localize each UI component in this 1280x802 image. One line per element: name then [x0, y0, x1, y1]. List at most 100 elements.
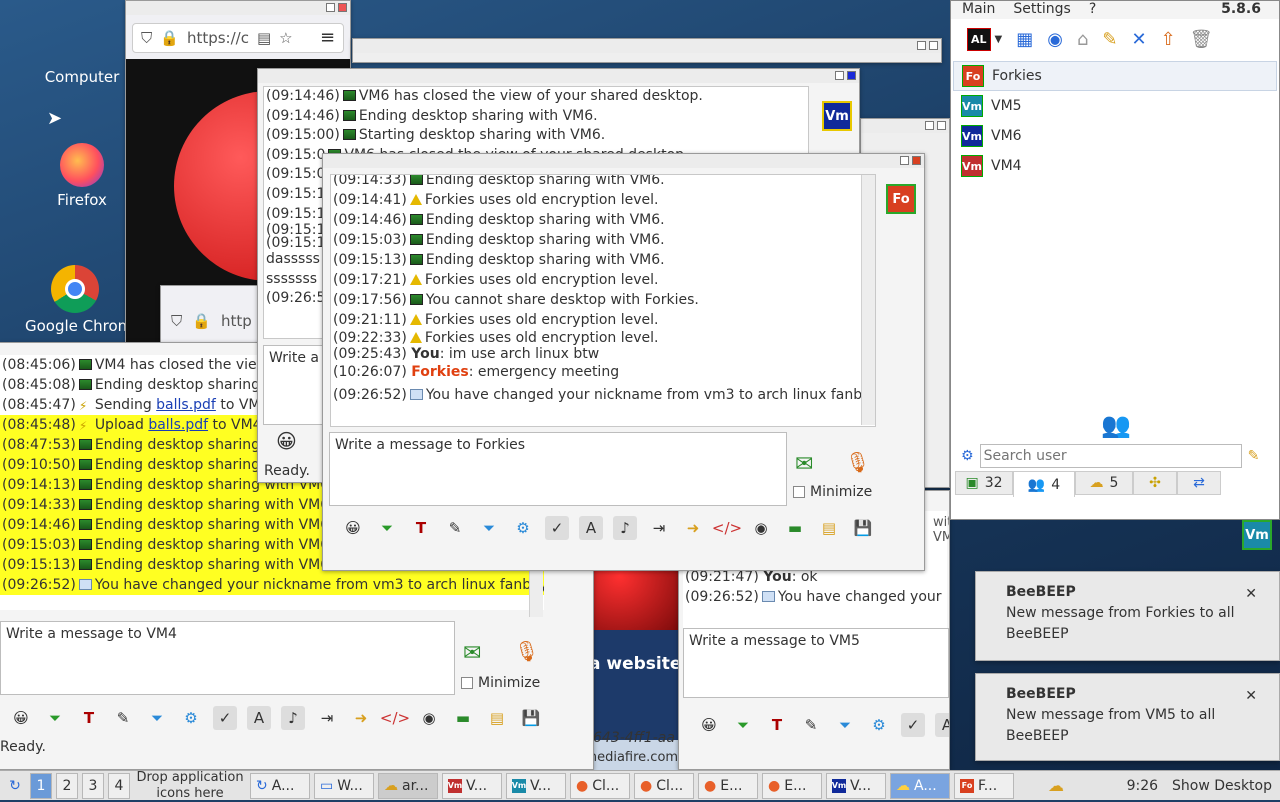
share-desktop-icon[interactable]: ▬	[783, 516, 807, 540]
close-icon[interactable]: ✕	[1245, 686, 1257, 707]
microphone-icon[interactable]: 🎙	[845, 450, 870, 474]
spellcheck-icon[interactable]: ✓	[213, 706, 237, 730]
settings-icon[interactable]: ⚙	[179, 706, 203, 730]
emoji-icon[interactable]: 😀	[697, 713, 721, 737]
tools-icon[interactable]: ✕	[1132, 29, 1147, 50]
user-item-vm4[interactable]: Vm VM4	[953, 151, 1277, 181]
dictionary-icon[interactable]: A	[579, 516, 603, 540]
file-link[interactable]: balls.pdf	[148, 417, 208, 433]
html-icon[interactable]: </>	[380, 706, 410, 730]
notes-icon[interactable]: ▤	[485, 706, 509, 730]
emoji-icon[interactable]: 😀	[9, 706, 33, 730]
task-app-5[interactable]: Vm V...	[506, 772, 566, 799]
tab-network[interactable]: ✣	[1133, 471, 1177, 495]
share-desktop-icon[interactable]: ▬	[451, 706, 475, 730]
update-icon[interactable]: ⇧	[1161, 29, 1176, 50]
dropdown-icon[interactable]: ▼	[995, 34, 1003, 45]
desktop-icon-chrome[interactable]: Google Chrome	[25, 265, 125, 335]
desktop-icon-computer[interactable]: Computer	[27, 68, 137, 86]
task-app-11[interactable]: ☁ A...	[890, 772, 950, 799]
user-item-vm5[interactable]: Vm VM5	[953, 91, 1277, 121]
task-app-2[interactable]: ▭ W...	[314, 772, 374, 799]
checkbox-icon[interactable]	[793, 486, 805, 498]
vm4-minimize-toggle[interactable]: Minimize	[461, 675, 540, 691]
home-icon[interactable]: ⌂	[1077, 29, 1088, 50]
vm4-compose-input[interactable]: Write a message to VM4	[0, 621, 455, 695]
forkies-minimize-toggle[interactable]: Minimize	[793, 484, 872, 500]
tab-groups[interactable]: ☁ 5	[1075, 471, 1133, 495]
menu-settings[interactable]: Settings	[1013, 1, 1070, 19]
edit-profile-icon[interactable]: ▦	[1016, 29, 1033, 50]
task-app-6[interactable]: ● Cl...	[570, 772, 630, 799]
forkies-compose-input[interactable]: Write a message to Forkies	[329, 432, 787, 506]
color-icon[interactable]: ✎	[799, 713, 823, 737]
menu-help[interactable]: ?	[1089, 1, 1096, 19]
task-app-7[interactable]: ● Cl...	[634, 772, 694, 799]
color-icon[interactable]: ✎	[443, 516, 467, 540]
app-menu-icon[interactable]: ↻	[4, 773, 26, 799]
tray-beebeep-icon[interactable]: ☁	[1048, 776, 1064, 795]
filter-icon[interactable]: ⏷	[145, 706, 169, 730]
music-icon[interactable]: ♪	[281, 706, 305, 730]
browser-urlbar[interactable]: ⛉ 🔒 https://c ▤ ☆	[132, 23, 344, 53]
font-icon[interactable]: T	[77, 706, 101, 730]
desktop-icon-firefox[interactable]: Firefox	[27, 143, 137, 209]
notes-icon[interactable]: ▤	[817, 516, 841, 540]
reader-icon[interactable]: ▤	[257, 29, 271, 47]
export-icon[interactable]: ⇥	[315, 706, 339, 730]
microphone-icon[interactable]: 🎙	[514, 639, 539, 663]
send-file-icon[interactable]: ➜	[349, 706, 373, 730]
dictionary-icon[interactable]: A	[247, 706, 271, 730]
dictionary-icon[interactable]: A	[935, 713, 949, 737]
show-desktop-button[interactable]: Show Desktop	[1172, 778, 1272, 794]
workspace-4[interactable]: 4	[108, 772, 130, 799]
browser-menu-icon[interactable]: ≡	[320, 27, 335, 48]
save-icon[interactable]: 💾	[519, 706, 543, 730]
font-icon[interactable]: T	[765, 713, 789, 737]
task-app-3[interactable]: ☁ ar...	[378, 772, 438, 799]
send-file-icon[interactable]: ➜	[681, 516, 705, 540]
tab-chats[interactable]: ▣ 32	[955, 471, 1013, 495]
filter-icon[interactable]: ⏷	[833, 713, 857, 737]
export-icon[interactable]: ⇥	[647, 516, 671, 540]
green-arrow-icon[interactable]: ⏷	[731, 713, 755, 737]
emoji-icon[interactable]: 😀	[341, 516, 365, 540]
tab-files[interactable]: ⇄	[1177, 471, 1221, 495]
music-icon[interactable]: ♪	[613, 516, 637, 540]
font-icon[interactable]: T	[409, 516, 433, 540]
settings-icon[interactable]: ⚙	[867, 713, 891, 737]
task-app-4[interactable]: Vm V...	[442, 772, 502, 799]
send-icon[interactable]: ✉	[795, 452, 813, 477]
spellcheck-icon[interactable]: ✓	[901, 713, 925, 737]
send-icon[interactable]: ✉	[463, 641, 481, 666]
save-icon[interactable]: 💾	[851, 516, 875, 540]
checkbox-icon[interactable]	[461, 677, 473, 689]
workspace-1[interactable]: 1	[30, 772, 52, 799]
clear-search-icon[interactable]: ✎	[1248, 448, 1260, 464]
task-app-10[interactable]: Vm V...	[826, 772, 886, 799]
green-arrow-icon[interactable]: ⏷	[375, 516, 399, 540]
workspace-2[interactable]: 2	[56, 772, 78, 799]
vm6-emoji-icon[interactable]: 😀	[276, 429, 297, 453]
task-app-9[interactable]: ● E...	[762, 772, 822, 799]
notification-forkies[interactable]: BeeBEEP New message from Forkies to all …	[975, 571, 1280, 661]
workspace-3[interactable]: 3	[82, 772, 104, 799]
search-settings-icon[interactable]: ⚙	[961, 448, 974, 464]
task-app-1[interactable]: ↻ A...	[250, 772, 310, 799]
menu-main[interactable]: Main	[962, 1, 995, 19]
vm5-compose-input[interactable]: Write a message to VM5	[683, 628, 949, 698]
task-app-12[interactable]: Fo F...	[954, 772, 1014, 799]
screenshot-icon[interactable]: ◉	[417, 706, 441, 730]
task-app-8[interactable]: ● E...	[698, 772, 758, 799]
spellcheck-icon[interactable]: ✓	[545, 516, 569, 540]
color-icon[interactable]: ✎	[111, 706, 135, 730]
html-icon[interactable]: </>	[712, 516, 742, 540]
user-item-forkies[interactable]: Fo Forkies	[953, 61, 1277, 91]
close-icon[interactable]: ✕	[1245, 584, 1257, 605]
screenshot-icon[interactable]: ◉	[749, 516, 773, 540]
trash-icon[interactable]: 🗑	[1190, 29, 1213, 50]
settings-icon[interactable]: ⚙	[511, 516, 535, 540]
network-icon[interactable]: ◉	[1047, 29, 1063, 50]
edit-icon[interactable]: ✎	[1102, 29, 1117, 50]
user-item-vm6[interactable]: Vm VM6	[953, 121, 1277, 151]
